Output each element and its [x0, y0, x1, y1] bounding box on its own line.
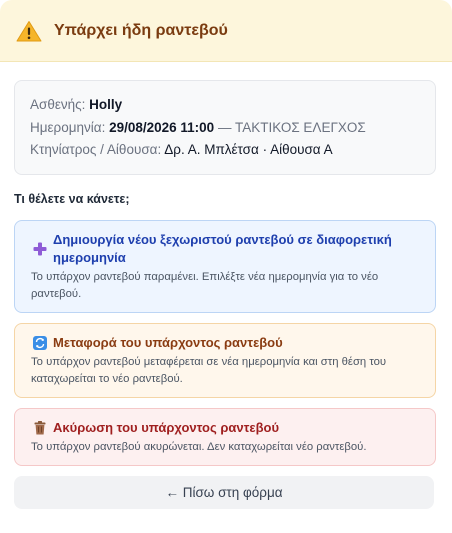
cancel-appointment-option[interactable]: Ακύρωση του υπάρχοντος ραντεβού Το υπάρχ… — [14, 407, 436, 466]
existing-appointment-info: Ασθενής: Holly Ημερομηνία: 29/08/2026 11… — [14, 80, 436, 175]
trash-icon — [31, 419, 49, 437]
dialog-body: Ασθενής: Holly Ημερομηνία: 29/08/2026 11… — [0, 62, 452, 509]
date-separator: — — [217, 119, 232, 135]
option-title: Δημιουργία νέου ξεχωριστού ραντεβού σε δ… — [53, 231, 392, 265]
transfer-icon — [31, 334, 49, 352]
patient-label: Ασθενής: — [30, 97, 86, 112]
date-row: Ημερομηνία: 29/08/2026 11:00 — ΤΑΚΤΙΚΟΣ … — [30, 117, 420, 140]
option-title-row: Μεταφορά του υπάρχοντος ραντεβού — [31, 334, 423, 352]
duplicate-appointment-dialog: Υπάρχει ήδη ραντεβού Ασθενής: Holly Ημερ… — [0, 0, 452, 533]
transfer-appointment-option[interactable]: Μεταφορά του υπάρχοντος ραντεβού Το υπάρ… — [14, 322, 436, 398]
question-label: Τι θέλετε να κάνετε; — [14, 191, 130, 206]
option-description: Το υπάρχον ραντεβού μεταφέρεται σε νέα η… — [31, 355, 387, 385]
option-description: Το υπάρχον ραντεβού ακυρώνεται. Δεν κατα… — [31, 440, 367, 453]
plus-icon — [31, 231, 49, 267]
visit-type: ΤΑΚΤΙΚΟΣ ΕΛΕΓΧΟΣ — [234, 119, 366, 135]
vet-value: Δρ. Α. Μπλέτσα · Αίθουσα Α — [164, 142, 333, 157]
date-value: 29/08/2026 11:00 — [109, 119, 215, 135]
vet-row: Κτηνίατρος / Αίθουσα: Δρ. Α. Μπλέτσα · Α… — [30, 139, 420, 162]
warning-icon — [16, 20, 42, 42]
back-to-form-button[interactable]: ← Πίσω στη φόρμα — [14, 475, 434, 509]
option-title: Ακύρωση του υπάρχοντος ραντεβού — [53, 419, 280, 435]
dialog-header: Υπάρχει ήδη ραντεβού — [0, 0, 452, 62]
patient-row: Ασθενής: Holly — [30, 94, 420, 117]
option-title-row: Ακύρωση του υπάρχοντος ραντεβού — [31, 419, 423, 437]
vet-label: Κτηνίατρος / Αίθουσα: — [30, 142, 162, 157]
option-title-row: Δημιουργία νέου ξεχωριστού ραντεβού σε δ… — [31, 231, 423, 267]
create-new-appointment-option[interactable]: Δημιουργία νέου ξεχωριστού ραντεβού σε δ… — [14, 219, 436, 313]
date-label: Ημερομηνία: — [30, 119, 106, 135]
option-title: Μεταφορά του υπάρχοντος ραντεβού — [53, 334, 283, 350]
dialog-title: Υπάρχει ήδη ραντεβού — [54, 21, 228, 39]
patient-name: Holly — [89, 97, 123, 112]
option-description: Το υπάρχον ραντεβού παραμένει. Επιλέξτε … — [31, 270, 379, 300]
